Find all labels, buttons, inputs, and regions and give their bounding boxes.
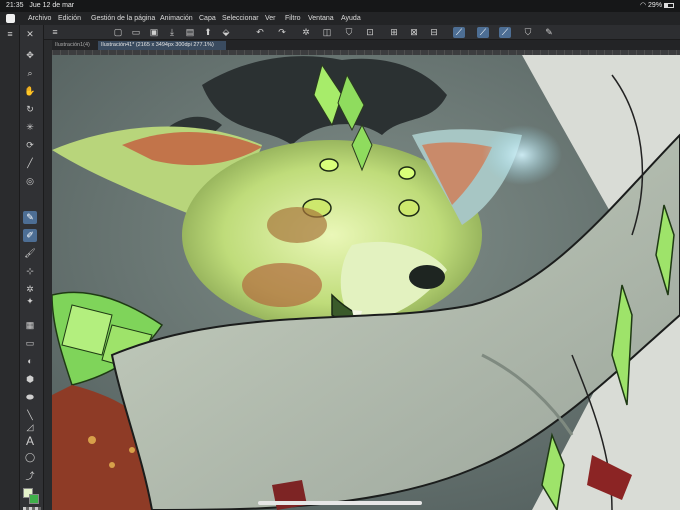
stroke-style-1-icon[interactable]: ⟋ bbox=[453, 27, 465, 38]
menu-filtro[interactable]: Filtro bbox=[285, 12, 301, 25]
fill-bucket-icon[interactable]: ⛉ bbox=[343, 27, 355, 38]
bucket-icon[interactable]: ⛉ bbox=[522, 27, 534, 38]
status-right: ◠ 29% bbox=[640, 0, 674, 12]
menu-icon[interactable]: ≡ bbox=[49, 27, 61, 38]
status-time: 21:35 bbox=[6, 2, 24, 9]
sparkle-icon[interactable]: ✦ bbox=[23, 295, 37, 308]
undo-icon[interactable]: ↶ bbox=[254, 27, 266, 38]
new-file-icon[interactable]: ▢ bbox=[112, 27, 124, 38]
stroke-style-2-icon[interactable]: ⟋ bbox=[477, 27, 489, 38]
fill-icon[interactable]: ⬢ bbox=[23, 373, 37, 386]
command-bar: ≡ ▢ ▭ ▣ ⤓ ▤ ⬆ ⬙ ↶ ↷ ✲ ◫ ⛉ ⊡ ⊞ ⊠ ⊟ ⟋ ⟋ ⟋ … bbox=[44, 25, 680, 40]
hand-tool-icon[interactable]: ✋ bbox=[23, 85, 37, 98]
stroke-style-3-icon[interactable]: ⟋ bbox=[499, 27, 511, 38]
tab-ilustracion41[interactable]: Ilustración41* (2165 x 3494px 300dpi 277… bbox=[98, 41, 226, 50]
grid-icon[interactable]: ⊞ bbox=[388, 27, 400, 38]
share-icon[interactable]: ⬆ bbox=[202, 27, 214, 38]
menu-ver[interactable]: Ver bbox=[265, 12, 276, 25]
sub-color-swatch[interactable] bbox=[29, 494, 39, 504]
text-tool-icon[interactable]: A bbox=[23, 435, 37, 448]
menu-gestion-pagina[interactable]: Gestión de la página bbox=[91, 12, 155, 25]
status-date: Jue 12 de mar bbox=[29, 2, 75, 9]
menu-ventana[interactable]: Ventana bbox=[308, 12, 334, 25]
figure-tool-icon[interactable]: ◿ bbox=[23, 421, 37, 434]
blend-icon[interactable]: ◐ bbox=[23, 355, 37, 368]
ruler-icon[interactable]: ⊠ bbox=[408, 27, 420, 38]
system-status-bar: 21:35 Jue 12 de mar ◠ 29% bbox=[0, 0, 680, 12]
eye-right bbox=[398, 166, 416, 180]
tool-palette: ✕ ✥ ⌕ ✋ ↻ ✳ ⟳ ╱ ◎ ✎ ✐ 🖌 ⊹ ✲ ✦ ▦ ▭ ◐ ⬢ ⬬ … bbox=[20, 25, 44, 510]
wifi-icon: ◠ bbox=[639, 2, 647, 9]
crop-icon[interactable]: ⊡ bbox=[364, 27, 376, 38]
export-icon[interactable]: ⤓ bbox=[166, 27, 178, 38]
pen-tool-icon[interactable]: ✎ bbox=[23, 211, 37, 224]
selection-pen-icon[interactable]: ◎ bbox=[23, 175, 37, 188]
artwork[interactable] bbox=[52, 55, 680, 510]
rotate-tool-icon[interactable]: ↻ bbox=[23, 103, 37, 116]
hamburger-menu-icon[interactable]: ≡ bbox=[3, 28, 17, 41]
filter-icon[interactable]: ⬙ bbox=[220, 27, 232, 38]
correction-icon[interactable]: ⤴ bbox=[23, 470, 37, 483]
sub-tool-strip: ≡ bbox=[0, 25, 20, 510]
canvas[interactable] bbox=[52, 55, 680, 510]
app-icon[interactable] bbox=[6, 14, 15, 23]
nose bbox=[409, 265, 445, 289]
airbrush-icon[interactable]: ⊹ bbox=[23, 265, 37, 278]
menu-ayuda[interactable]: Ayuda bbox=[341, 12, 361, 25]
frame-icon[interactable]: ▦ bbox=[23, 319, 37, 332]
zoom-tool-icon[interactable]: ⌕ bbox=[23, 67, 37, 80]
eyedropper-icon[interactable]: ╱ bbox=[23, 157, 37, 170]
status-clock: 21:35 Jue 12 de mar bbox=[6, 0, 74, 12]
save-icon[interactable]: ▣ bbox=[148, 27, 160, 38]
close-icon[interactable]: ✕ bbox=[23, 28, 37, 41]
import-icon[interactable]: ▤ bbox=[184, 27, 196, 38]
pressure-icon[interactable]: ⊟ bbox=[428, 27, 440, 38]
magic-wand-icon[interactable]: ✳ bbox=[23, 121, 37, 134]
tab-ilustracion1[interactable]: Ilustración1(4) bbox=[52, 41, 96, 50]
menu-capa[interactable]: Capa bbox=[199, 12, 216, 25]
pencil-tool-icon[interactable]: ✐ bbox=[23, 229, 37, 242]
document-tabs: Ilustración1(4) Ilustración41* (2165 x 3… bbox=[44, 40, 680, 50]
snap-icon[interactable]: ◫ bbox=[321, 27, 333, 38]
cheek-patch bbox=[242, 263, 322, 307]
battery-percent: 29% bbox=[648, 2, 663, 9]
eye-left bbox=[319, 158, 339, 172]
brush-tool-icon[interactable]: 🖌 bbox=[23, 247, 37, 260]
edit-icon[interactable]: ✎ bbox=[543, 27, 555, 38]
menu-seleccionar[interactable]: Seleccionar bbox=[222, 12, 259, 25]
menu-archivo[interactable]: Archivo bbox=[28, 12, 51, 25]
move-tool-icon[interactable]: ✥ bbox=[23, 49, 37, 62]
menu-bar: Archivo Edición Gestión de la página Ani… bbox=[0, 12, 680, 25]
battery-icon bbox=[664, 2, 674, 8]
gradient-icon[interactable]: ⬬ bbox=[23, 391, 37, 404]
menu-edicion[interactable]: Edición bbox=[58, 12, 81, 25]
open-file-icon[interactable]: ▭ bbox=[130, 27, 142, 38]
left-sub-panel bbox=[44, 40, 52, 510]
transform-icon[interactable]: ⟳ bbox=[23, 139, 37, 152]
eraser-icon[interactable]: ▭ bbox=[23, 337, 37, 350]
redo-icon[interactable]: ↷ bbox=[276, 27, 288, 38]
menu-animacion[interactable]: Animación bbox=[160, 12, 193, 25]
home-indicator bbox=[258, 501, 422, 505]
settings-icon[interactable]: ✲ bbox=[300, 27, 312, 38]
balloon-tool-icon[interactable]: ◯ bbox=[23, 451, 37, 464]
